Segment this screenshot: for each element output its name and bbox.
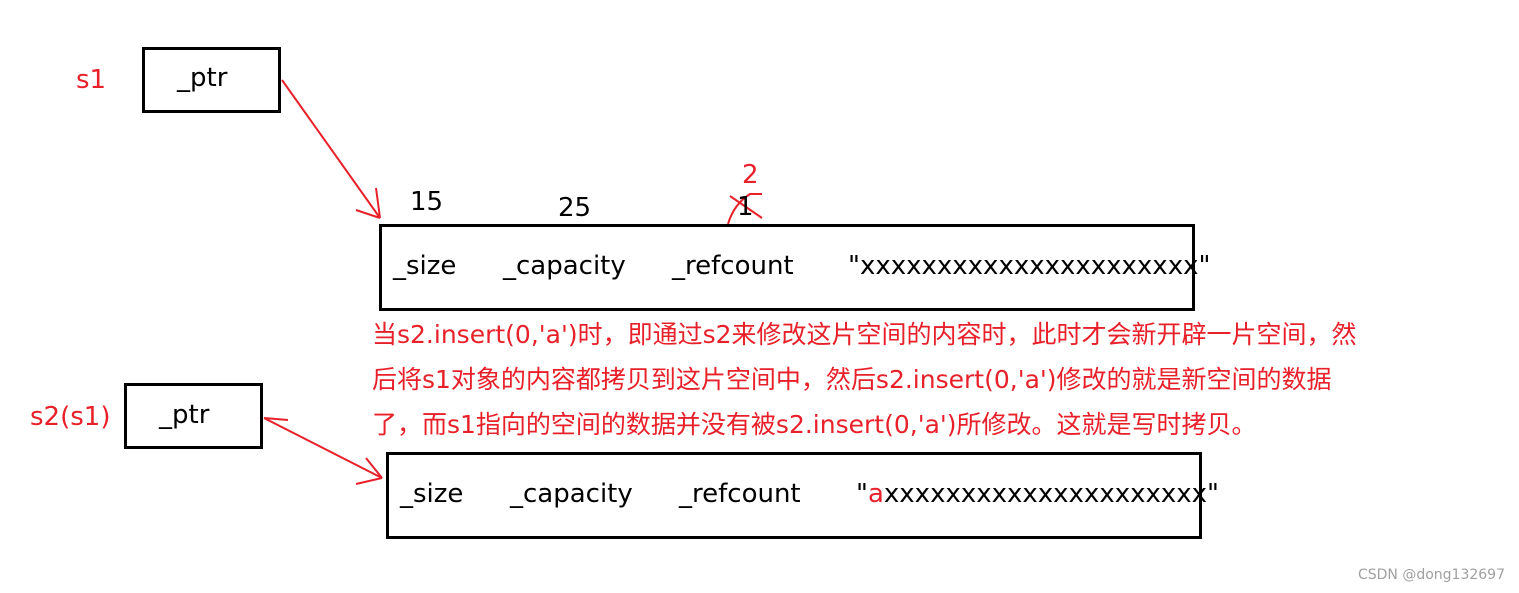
field-refcount: _refcount [672,251,794,281]
field-refcount: _refcount [679,479,801,509]
s1-pointer-arrow [281,79,381,219]
s2-ptr-field: _ptr [159,400,210,430]
field-size: _size [393,251,457,281]
explanation-note: 当s2.insert(0,'a')时，即通过s2来修改这片空间的内容时，此时才会… [372,312,1472,447]
capacity-value: 25 [558,193,592,223]
note-line: 后将s1对象的内容都拷贝到这片空间中，然后s2.insert(0,'a')修改的… [372,365,1332,394]
refcount-old-value: 1 [737,192,754,222]
note-line: 当s2.insert(0,'a')时，即通过s2来修改这片空间的内容时，此时才会… [372,320,1357,349]
note-line: 了，而s1指向的空间的数据并没有被s2.insert(0,'a')所修改。这就是… [372,410,1257,439]
inserted-char: a [867,479,884,509]
field-capacity: _capacity [503,251,626,281]
watermark: CSDN @dong132697 [1357,567,1505,583]
quote: " [856,479,868,509]
s1-ptr-field: _ptr [177,63,228,93]
field-capacity: _capacity [510,479,633,509]
buffer-rest: xxxxxxxxxxxxxxxxxxxxx" [883,479,1219,509]
refcount-new-value: 2 [742,160,759,190]
field-size: _size [400,479,464,509]
s1-label: s1 [76,65,107,95]
size-value: 15 [410,187,444,217]
new-buffer-data: "axxxxxxxxxxxxxxxxxxxxx" [856,479,1219,509]
buffer-data: "xxxxxxxxxxxxxxxxxxxxxx" [848,251,1211,281]
diagram: s1 _ptr 15 25 1 2 _size _capacity _refco… [0,0,1519,593]
s2-pointer-arrow [263,417,383,485]
s2-label: s2(s1) [30,402,111,432]
